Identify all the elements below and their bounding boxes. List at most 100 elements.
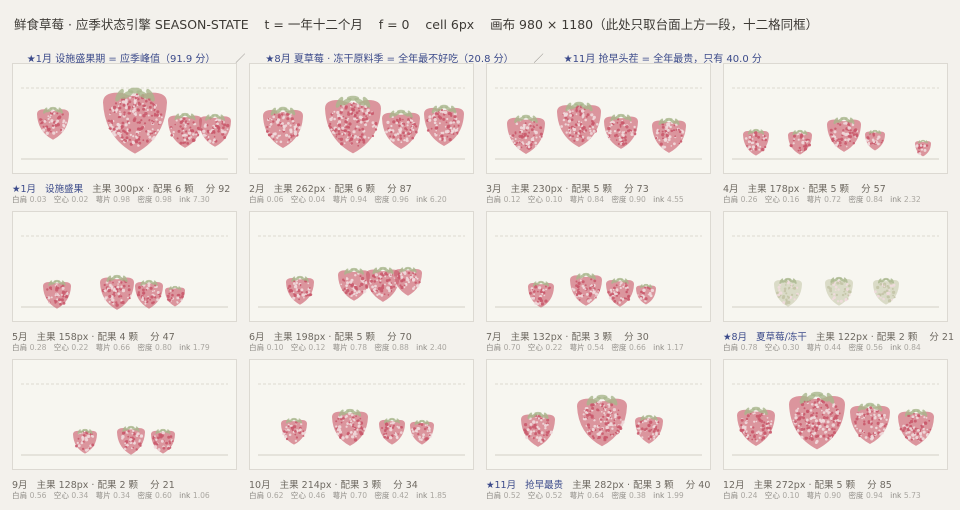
strawberry-scene [732,235,939,308]
stat-value: 0.22 [545,343,563,352]
stat-value: 0.56 [29,491,47,500]
stat-hollow: 空心 [527,195,546,204]
month-stats: 白肩 0.56 空心 0.34 萼片 0.34 密度 0.60 ink 1.06 [12,490,217,501]
month-panel [12,211,237,322]
month-stats: 白肩 0.28 空心 0.22 萼片 0.66 密度 0.80 ink 1.79 [12,342,217,353]
stat-hollow: 空心 [53,491,72,500]
strawberry-icon [636,283,656,305]
stat-value: 0.52 [503,491,521,500]
stat-density: 密度 [611,491,629,500]
page-title: 鲜食草莓 · 应季状态引擎 SEASON-STATE t = 一年十二个月 f … [14,17,819,32]
month-panel [12,359,237,470]
stat-density: 密度 [137,343,155,352]
month-label: 4月 主果 178px · 配果 5 颗 分 57 [723,181,886,195]
stat-value: 0.44 [824,343,842,352]
strawberry-icon [103,87,167,154]
stat-value: 1.06 [192,491,210,500]
strawberry-icon [915,139,931,157]
strawberry-icon [424,104,464,146]
stat-ink: ink [890,343,904,352]
month-panel [486,211,711,322]
stat-hollow: 空心 [53,195,72,204]
stat-value: 0.03 [29,195,47,204]
strawberry-icon [43,279,71,309]
stat-white: 白肩 [249,343,267,352]
stat-stem: 萼片 [332,195,351,204]
strawberry-icon [165,285,185,307]
stat-value: 1.99 [666,491,684,500]
stat-value: 1.79 [192,343,210,352]
strawberry-icon [325,95,381,154]
strawberry-icon [737,406,775,446]
stat-stem: 萼片 [332,491,351,500]
month-label: 9月 主果 128px · 配果 2 颗 分 21 [12,477,175,491]
stat-white: 白肩 [486,195,504,204]
month-label: 10月 主果 214px · 配果 3 颗 分 34 [249,477,418,491]
month-label: 3月 主果 230px · 配果 5 颗 分 73 [486,181,649,195]
stat-density: 密度 [848,343,866,352]
month-label: 2月 主果 262px · 配果 6 颗 分 87 [249,181,412,195]
stat-stem: 萼片 [569,195,588,204]
stat-value: 0.04 [308,195,326,204]
strawberry-icon [410,419,434,445]
stat-value: 0.42 [391,491,409,500]
strawberry-scene [258,383,465,456]
stat-stem: 萼片 [332,343,351,352]
stat-hollow: 空心 [764,343,783,352]
strawberry-icon [37,106,69,140]
stat-ink: ink [179,491,193,500]
stat-value: 0.30 [782,343,800,352]
month-label: 5月 主果 158px · 配果 4 颗 分 47 [12,329,175,343]
strawberry-icon [332,408,368,446]
stat-value: 0.06 [266,195,284,204]
stat-hollow: 空心 [527,343,546,352]
stat-ink: ink [653,491,667,500]
stat-value: 0.84 [865,195,883,204]
strawberry-icon [199,113,231,147]
stat-value: 0.26 [740,195,758,204]
stat-value: 0.88 [391,343,409,352]
strawberry-icon [606,277,634,307]
month-panel [723,211,948,322]
stat-value: 0.22 [71,343,89,352]
month-stats: 白肩 0.70 空心 0.22 萼片 0.54 密度 0.66 ink 1.17 [486,342,691,353]
stat-value: 0.66 [113,343,131,352]
month-label: 7月 主果 132px · 配果 3 颗 分 30 [486,329,649,343]
stat-stem: 萼片 [806,491,825,500]
strawberry-scene [495,383,702,456]
stat-value: 0.80 [154,343,172,352]
strawberry-scene [258,235,465,308]
strawberry-scene [21,235,228,310]
stat-hollow: 空心 [764,195,783,204]
stat-value: 0.24 [740,491,758,500]
strawberry-icon [379,417,405,445]
stat-value: 1.17 [666,343,684,352]
strawberry-icon [788,129,812,155]
strawberry-icon [774,277,802,307]
stat-ink: ink [416,343,430,352]
strawberry-icon [117,425,145,455]
stat-value: 2.32 [903,195,921,204]
month-stats: 白肩 0.03 空心 0.02 萼片 0.98 密度 0.98 ink 7.30 [12,194,217,205]
month-panel [486,359,711,470]
stat-white: 白肩 [486,343,504,352]
stat-stem: 萼片 [95,343,114,352]
stat-value: 0.16 [782,195,800,204]
strawberry-scene [21,87,231,160]
stat-value: 0.10 [545,195,563,204]
strawberry-icon [286,275,314,305]
stat-value: 0.98 [154,195,172,204]
stat-value: 0.66 [628,343,646,352]
strawberry-icon [850,402,890,444]
stat-white: 白肩 [249,195,267,204]
month-panel [723,63,948,174]
strawberry-icon [827,116,861,152]
stat-value: 0.98 [113,195,131,204]
stat-value: 0.10 [782,491,800,500]
stat-value: 0.28 [29,343,47,352]
stat-density: 密度 [848,195,866,204]
strawberry-icon [743,128,769,156]
stat-white: 白肩 [249,491,267,500]
stat-value: 0.56 [865,343,883,352]
month-stats: 白肩 0.62 空心 0.46 萼片 0.70 密度 0.42 ink 1.85 [249,490,454,501]
